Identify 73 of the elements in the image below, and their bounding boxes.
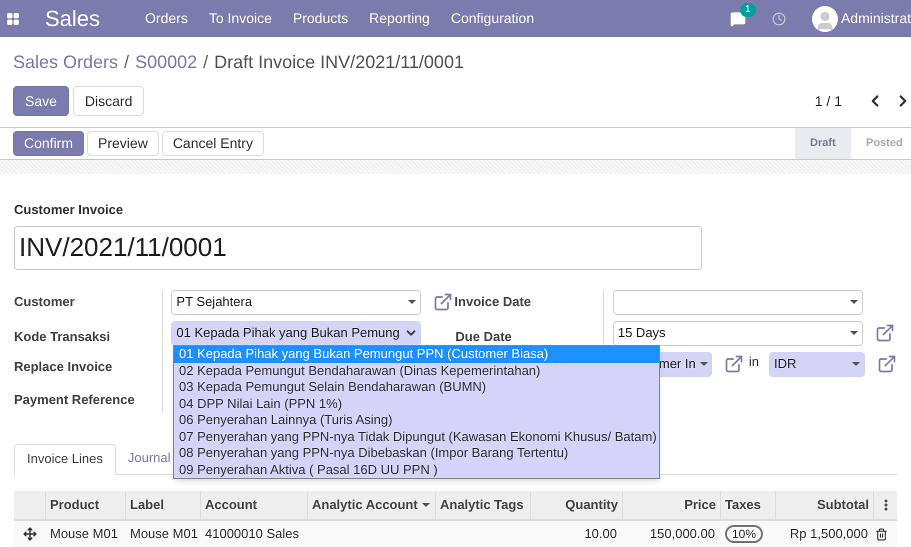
pager: 1 / 1 [814, 92, 842, 110]
save-button[interactable]: Save [13, 86, 69, 116]
caret-icon [850, 331, 858, 335]
external-link-icon[interactable] [876, 354, 897, 374]
field-label: Customer [14, 292, 76, 310]
action-button[interactable]: Cancel Entry [162, 131, 264, 156]
drag-handle-icon[interactable] [22, 527, 36, 541]
invoice-type-label: Customer Invoice [14, 201, 124, 219]
due-date-field[interactable]: 15 Days [612, 320, 863, 346]
field-label: Kode Transaksi [14, 328, 112, 346]
field-label: Payment Reference [14, 391, 136, 409]
delete-icon[interactable] [875, 528, 888, 540]
dropdown-option[interactable]: 08 Penyerahan yang PPN-nya Dibebaskan (Impor Barang Tertentu) [174, 445, 659, 462]
status-stage[interactable]: Draft [795, 128, 851, 159]
table-cell-text: 10.00 [584, 525, 617, 544]
caret-icon [408, 300, 416, 304]
column-header[interactable]: Analytic Account [307, 490, 435, 518]
column-header[interactable]: Quantity [530, 490, 622, 518]
caret-icon [852, 362, 860, 366]
invoice-number-field[interactable]: INV/2021/11/0001 [14, 226, 702, 270]
menu-item[interactable]: Products [292, 8, 348, 29]
caret-icon [700, 362, 708, 366]
external-link-icon[interactable] [433, 292, 454, 312]
discard-button[interactable]: Discard [72, 86, 144, 116]
caret-icon [422, 502, 430, 506]
dropdown-option[interactable]: 03 Kepada Pemungut Selain Bendaharawan (BUMN) [174, 379, 659, 396]
breadcrumb-link[interactable]: S00002 [135, 49, 198, 76]
kode-transaksi-field[interactable]: 01 Kepada Pihak yang Bukan Pemung [171, 320, 422, 346]
column-header[interactable]: Analytic Tags [435, 490, 530, 518]
menu-item[interactable]: Orders [145, 8, 188, 29]
table-cell-text: 150,000.00 [650, 525, 715, 544]
dropdown-option[interactable]: 06 Penyerahan Lainnya (Turis Asing) [174, 412, 659, 428]
user-name[interactable]: Administrat [840, 8, 911, 29]
clock-icon[interactable] [772, 12, 786, 26]
menu-item[interactable]: Configuration [450, 8, 534, 29]
field-label: Due Date [455, 328, 513, 346]
menu-item[interactable]: To Invoice [208, 8, 272, 29]
chat-icon[interactable] [730, 10, 746, 26]
message-count: 1 [740, 2, 756, 16]
action-button[interactable]: Preview [87, 131, 159, 156]
table-cell-text: Mouse M01 [130, 525, 198, 544]
breadcrumb-current: Draft Invoice INV/2021/11/0001 [214, 51, 464, 74]
table-cell-text: Mouse M01 [50, 525, 118, 544]
apps-menu-icon[interactable] [6, 12, 20, 26]
breadcrumb-separator: / [203, 51, 208, 74]
menu-item[interactable]: Reporting [369, 8, 430, 29]
currency-connector: in [748, 352, 759, 370]
table-cell-text: Rp 1,500,000 [790, 525, 868, 544]
external-link-icon[interactable] [724, 354, 744, 374]
breadcrumb-separator: / [124, 51, 130, 74]
column-header[interactable]: Product [45, 490, 125, 518]
currency-field[interactable]: IDR [768, 352, 865, 376]
column-header[interactable]: Account [200, 490, 307, 518]
avatar[interactable] [812, 6, 838, 32]
tab[interactable]: Invoice Lines [14, 444, 116, 474]
field-label: Replace Invoice [14, 358, 114, 376]
column-header[interactable]: Label [125, 490, 200, 518]
column-header[interactable]: Subtotal [775, 490, 873, 518]
tax-tag: 10% [725, 525, 764, 543]
app-title: Sales [45, 5, 100, 33]
customer-field[interactable]: PT Sejahtera [171, 290, 422, 314]
invoice-date-field[interactable] [612, 290, 863, 314]
column-header[interactable]: Price [622, 490, 720, 518]
table-cell-text: 41000010 Sales [205, 525, 299, 544]
dropdown-option[interactable]: 07 Penyerahan yang PPN-nya Tidak Dipungut (Kawasan Ekonomi Khusus/ Batam) [174, 428, 659, 445]
caret-icon [850, 300, 858, 304]
external-link-icon[interactable] [874, 323, 895, 343]
dropdown-option[interactable]: 04 DPP Nilai Lain (PPN 1%) [174, 396, 659, 412]
action-button[interactable]: Confirm [13, 131, 84, 156]
field-label: Invoice Date [454, 292, 532, 310]
dropdown-option[interactable]: 09 Penyerahan Aktiva ( Pasal 16D UU PPN ) [174, 462, 659, 478]
breadcrumb-link[interactable]: Sales Orders [13, 49, 118, 76]
column-header[interactable]: Taxes [720, 490, 775, 518]
